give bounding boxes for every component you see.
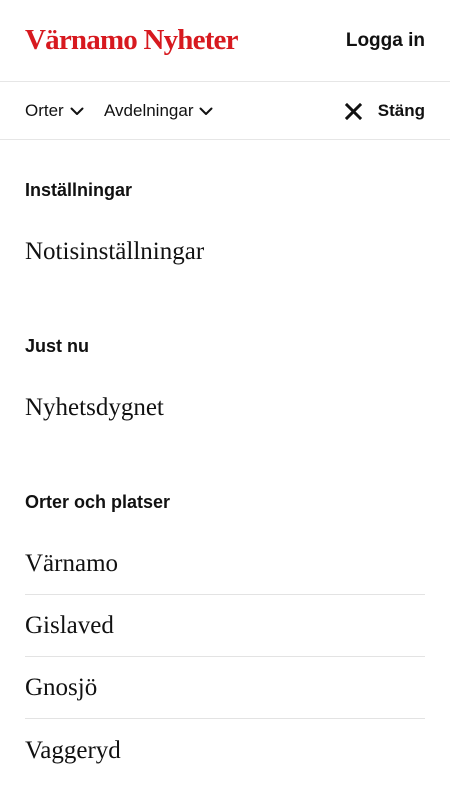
top-header: Värnamo Nyheter Logga in — [0, 0, 450, 82]
departments-dropdown[interactable]: Avdelningar — [104, 100, 213, 122]
close-menu-label: Stäng — [377, 101, 425, 120]
chevron-down-icon — [70, 107, 84, 115]
close-icon — [344, 102, 362, 120]
menu-link-place-gislaved[interactable]: Gislaved — [25, 610, 425, 642]
close-menu-button[interactable]: Stäng — [344, 100, 425, 122]
menu-link-news-day[interactable]: Nyhetsdygnet — [25, 392, 425, 424]
section-heading-settings: Inställningar — [25, 180, 133, 200]
chevron-down-icon — [199, 107, 213, 115]
places-dropdown[interactable]: Orter — [25, 100, 84, 122]
departments-dropdown-label: Avdelningar — [104, 101, 194, 120]
login-button[interactable]: Logga in — [346, 28, 425, 54]
menu-navbar: Orter Avdelningar Stäng — [0, 82, 450, 140]
menu-link-place-gnosjo[interactable]: Gnosjö — [25, 672, 425, 704]
list-divider — [25, 594, 425, 595]
list-divider — [25, 718, 425, 719]
list-divider — [25, 656, 425, 657]
menu-link-notification-settings[interactable]: Notisinställningar — [25, 236, 425, 268]
section-heading-right-now: Just nu — [25, 336, 90, 356]
site-logo[interactable]: Värnamo Nyheter — [25, 22, 239, 58]
menu-link-place-varnamo[interactable]: Värnamo — [25, 548, 425, 580]
section-heading-places: Orter och platser — [25, 492, 171, 512]
menu-link-place-vaggeryd[interactable]: Vaggeryd — [25, 735, 425, 767]
places-dropdown-label: Orter — [25, 101, 64, 120]
